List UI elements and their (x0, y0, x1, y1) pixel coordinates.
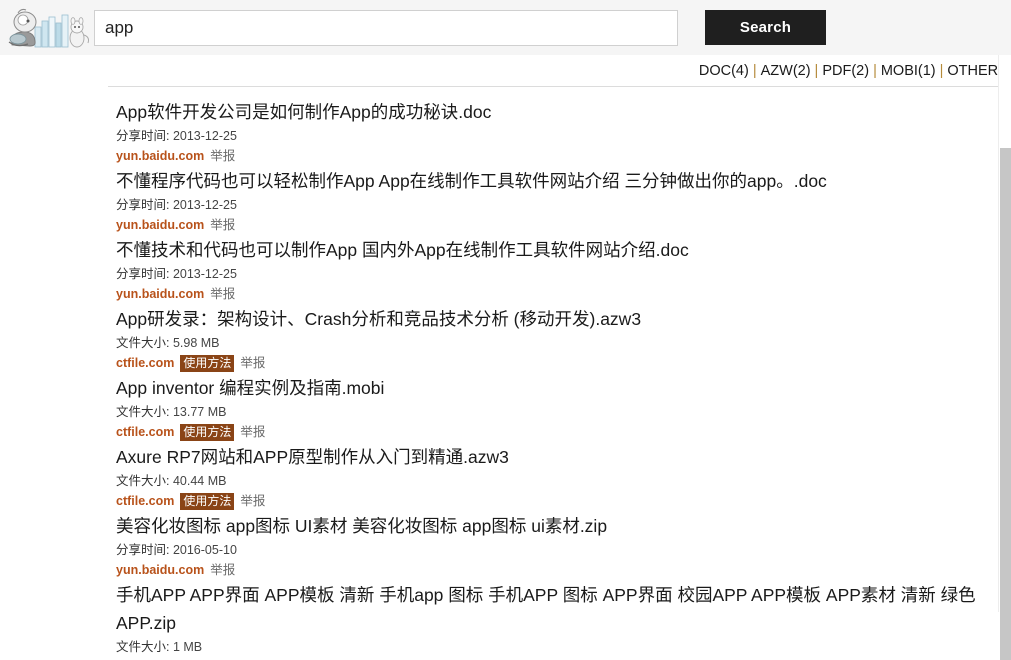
result-meta-label: 分享时间: (116, 198, 173, 212)
result-item: 不懂程序代码也可以轻松制作App App在线制作工具软件网站介绍 三分钟做出你的… (116, 167, 1011, 235)
report-link[interactable]: 举报 (210, 560, 235, 580)
result-item: 手机APP APP界面 APP模板 清新 手机app 图标 手机APP 图标 A… (116, 581, 1011, 657)
result-meta-label: 文件大小: (116, 474, 173, 488)
result-item: App研发录：架构设计、Crash分析和竞品技术分析 (移动开发).azw3 文件… (116, 305, 1011, 373)
result-title[interactable]: 手机APP APP界面 APP模板 清新 手机app 图标 手机APP 图标 A… (116, 581, 1011, 637)
result-meta-value: 2013-12-25 (172, 129, 237, 143)
site-logo[interactable] (2, 3, 94, 53)
report-link[interactable]: 举报 (240, 422, 265, 442)
result-item: Axure RP7网站和APP原型制作从入门到精通.azw3 文件大小: 40.4… (116, 443, 1011, 511)
result-meta: 文件大小: 1 MB (116, 637, 1011, 657)
result-meta-label: 文件大小: (116, 405, 173, 419)
result-item: 不懂技术和代码也可以制作App 国内外App在线制作工具软件网站介绍.doc 分享… (116, 236, 1011, 304)
result-meta: 文件大小: 5.98 MB (116, 333, 1011, 353)
scrollbar-thumb[interactable] (1000, 148, 1011, 660)
result-meta: 分享时间: 2016-05-10 (116, 540, 1011, 560)
source-link[interactable]: ctfile.com (116, 422, 174, 442)
report-link[interactable]: 举报 (240, 353, 265, 373)
filter-bar-container: DOC(4) | AZW(2) | PDF(2) | MOBI(1) | OTHER( (0, 55, 1011, 92)
result-meta-value: 2013-12-25 (172, 267, 237, 281)
result-meta-label: 文件大小: (116, 336, 173, 350)
result-source-row: yun.baidu.com 举报 (116, 215, 1011, 235)
result-meta-value: 1 MB (172, 640, 203, 654)
result-title[interactable]: App研发录：架构设计、Crash分析和竞品技术分析 (移动开发).azw3 (116, 305, 1011, 333)
page-header: Search (0, 0, 1011, 55)
result-source-row: ctfile.com 使用方法 举报 (116, 491, 1011, 511)
source-link[interactable]: ctfile.com (116, 353, 174, 373)
result-title[interactable]: 不懂程序代码也可以轻松制作App App在线制作工具软件网站介绍 三分钟做出你的… (116, 167, 1011, 195)
scrollbar-track[interactable] (998, 55, 1011, 660)
report-link[interactable]: 举报 (210, 215, 235, 235)
result-title[interactable]: Axure RP7网站和APP原型制作从入门到精通.azw3 (116, 443, 1011, 471)
filter-item-4[interactable]: OTHER( (947, 63, 1003, 79)
filter-item-2[interactable]: PDF(2) (822, 63, 869, 79)
filter-item-1[interactable]: AZW(2) (761, 63, 811, 79)
result-title[interactable]: App软件开发公司是如何制作App的成功秘诀.doc (116, 98, 1011, 126)
search-button[interactable]: Search (705, 10, 826, 45)
report-link[interactable]: 举报 (240, 491, 265, 511)
search-input[interactable] (94, 9, 678, 46)
source-link[interactable]: yun.baidu.com (116, 560, 204, 580)
source-link[interactable]: ctfile.com (116, 491, 174, 511)
result-item: App软件开发公司是如何制作App的成功秘诀.doc 分享时间: 2013-12-… (116, 98, 1011, 166)
result-meta-value: 2016-05-10 (172, 543, 237, 557)
search-results-list: App软件开发公司是如何制作App的成功秘诀.doc 分享时间: 2013-12-… (0, 92, 1011, 657)
filter-separator: | (939, 63, 944, 79)
result-source-row: yun.baidu.com 举报 (116, 284, 1011, 304)
howto-badge[interactable]: 使用方法 (180, 423, 235, 441)
howto-badge[interactable]: 使用方法 (180, 492, 235, 510)
filter-separator: | (752, 63, 757, 79)
result-title[interactable]: 美容化妆图标 app图标 UI素材 美容化妆图标 app图标 ui素材.zip (116, 512, 1011, 540)
result-meta: 分享时间: 2013-12-25 (116, 126, 1011, 146)
report-link[interactable]: 举报 (210, 284, 235, 304)
result-title[interactable]: App inventor 编程实例及指南.mobi (116, 374, 1011, 402)
source-link[interactable]: yun.baidu.com (116, 215, 204, 235)
result-source-row: ctfile.com 使用方法 举报 (116, 353, 1011, 373)
result-source-row: ctfile.com 使用方法 举报 (116, 422, 1011, 442)
filter-item-3[interactable]: MOBI(1) (881, 63, 936, 79)
search-form: Search (94, 9, 1011, 46)
result-meta: 分享时间: 2013-12-25 (116, 264, 1011, 284)
result-source-row: yun.baidu.com 举报 (116, 146, 1011, 166)
result-meta-label: 分享时间: (116, 267, 173, 281)
result-meta-value: 2013-12-25 (172, 198, 237, 212)
logo-illustration-icon (8, 8, 89, 47)
result-source-row: yun.baidu.com 举报 (116, 560, 1011, 580)
result-title[interactable]: 不懂技术和代码也可以制作App 国内外App在线制作工具软件网站介绍.doc (116, 236, 1011, 264)
header-divider (108, 86, 1011, 87)
result-meta: 文件大小: 40.44 MB (116, 471, 1011, 491)
howto-badge[interactable]: 使用方法 (180, 354, 235, 372)
result-meta: 文件大小: 13.77 MB (116, 402, 1011, 422)
result-meta-value: 5.98 MB (172, 336, 220, 350)
result-meta-label: 分享时间: (116, 129, 173, 143)
filter-separator: | (814, 63, 819, 79)
result-meta-value: 40.44 MB (172, 474, 227, 488)
result-item: 美容化妆图标 app图标 UI素材 美容化妆图标 app图标 ui素材.zip 分… (116, 512, 1011, 580)
result-meta-label: 分享时间: (116, 543, 173, 557)
result-meta: 分享时间: 2013-12-25 (116, 195, 1011, 215)
file-type-filters: DOC(4) | AZW(2) | PDF(2) | MOBI(1) | OTHER( (699, 63, 1003, 79)
report-link[interactable]: 举报 (210, 146, 235, 166)
result-meta-label: 文件大小: (116, 640, 173, 654)
filter-separator: | (873, 63, 877, 79)
source-link[interactable]: yun.baidu.com (116, 146, 204, 166)
source-link[interactable]: yun.baidu.com (116, 284, 204, 304)
result-item: App inventor 编程实例及指南.mobi 文件大小: 13.77 MB c… (116, 374, 1011, 442)
filter-item-0[interactable]: DOC(4) (699, 63, 749, 79)
result-meta-value: 13.77 MB (172, 405, 227, 419)
